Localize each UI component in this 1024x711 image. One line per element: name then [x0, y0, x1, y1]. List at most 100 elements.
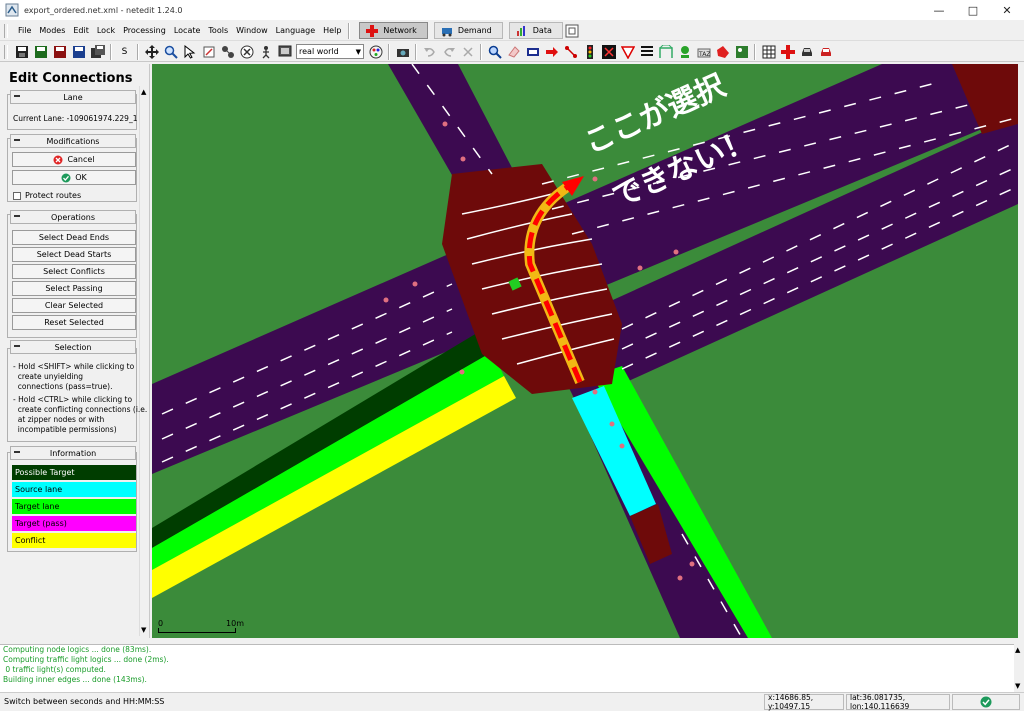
scroll-up-icon[interactable]: ▲ — [1015, 646, 1020, 654]
save-green-icon — [34, 45, 47, 58]
select-conflicts-button[interactable]: Select Conflicts — [12, 264, 136, 279]
toggle-panel-button[interactable] — [564, 22, 581, 39]
arrow-right-icon — [545, 46, 558, 57]
data-mode-button[interactable]: Data — [508, 22, 563, 39]
network-view[interactable]: ここが選択 できない！ 0 10m — [152, 64, 1018, 638]
network-mode-button[interactable]: Network — [359, 22, 428, 39]
edge-icon — [221, 45, 234, 58]
ok-label: OK — [75, 173, 87, 182]
additional-tool-button[interactable] — [657, 43, 674, 60]
menu-modes[interactable]: Modes — [35, 21, 69, 41]
select-mode-button[interactable] — [181, 43, 198, 60]
menu-file[interactable]: File — [14, 21, 35, 41]
save-demand-button[interactable] — [51, 43, 68, 60]
reload-button[interactable] — [459, 43, 476, 60]
protect-routes-checkbox[interactable]: Protect routes — [13, 191, 81, 200]
minimize-icon[interactable]: — — [922, 0, 956, 20]
lane-header[interactable]: Lane — [10, 90, 136, 104]
undo-icon — [423, 47, 435, 57]
select-dead-ends-button[interactable]: Select Dead Ends — [12, 230, 136, 245]
camera-icon — [396, 48, 409, 57]
delete-mode-button[interactable] — [238, 43, 255, 60]
redo-icon — [443, 47, 455, 57]
menu-language[interactable]: Language — [272, 21, 319, 41]
edge-mode-button[interactable] — [219, 43, 236, 60]
checkbox-box[interactable] — [13, 191, 21, 200]
select-passing-button[interactable]: Select Passing — [12, 281, 136, 296]
selection-help-line: - Hold <CTRL> while clicking to — [13, 395, 133, 404]
inspect-mode-button[interactable] — [162, 43, 179, 60]
undo-button[interactable] — [421, 43, 438, 60]
vehicle-toggle-button[interactable] — [798, 43, 815, 60]
save-additionals-button[interactable] — [32, 43, 49, 60]
netedit-app-icon — [5, 3, 19, 17]
message-log: Computing node logics ... done (83ms). C… — [0, 644, 1014, 692]
connect-mode-button[interactable] — [600, 43, 617, 60]
seconds-toggle-button[interactable]: S — [116, 43, 133, 60]
select-dead-starts-button[interactable]: Select Dead Starts — [12, 247, 136, 262]
viewport-select[interactable]: real world ▼ — [296, 44, 364, 59]
network-icon — [366, 24, 379, 37]
close-icon[interactable]: ✕ — [990, 0, 1024, 20]
log-line: Computing node logics ... done (83ms). — [3, 645, 152, 654]
status-xy: x:14686.85, y:10497.15 — [764, 693, 844, 711]
save-network-button[interactable] — [13, 43, 30, 60]
modifications-header[interactable]: Modifications — [10, 134, 136, 148]
menu-help[interactable]: Help — [319, 21, 345, 41]
maximize-icon[interactable]: □ — [956, 0, 990, 20]
select-tool-button[interactable] — [524, 43, 541, 60]
color-scheme-button[interactable] — [367, 43, 384, 60]
connection-tool-button[interactable] — [562, 43, 579, 60]
tls-tool-button[interactable] — [581, 43, 598, 60]
panel-scrollbar[interactable]: ▲ ▼ — [139, 86, 149, 636]
menu-tools[interactable]: Tools — [204, 21, 232, 41]
eraser-icon — [507, 45, 520, 58]
decal-icon — [735, 45, 748, 58]
crossing-icon — [640, 45, 653, 56]
information-header[interactable]: Information — [10, 446, 136, 460]
save-data-button[interactable] — [70, 43, 87, 60]
vehicle-alt-button[interactable] — [817, 43, 834, 60]
junction-shape-button[interactable] — [779, 43, 796, 60]
wire-tool-button[interactable] — [676, 43, 693, 60]
taz-tool-button[interactable]: TAZ — [695, 43, 712, 60]
move-tool-button[interactable] — [543, 43, 560, 60]
ok-button[interactable]: OK — [12, 170, 136, 185]
shape-tool-button[interactable] — [714, 43, 731, 60]
prohibition-mode-button[interactable] — [619, 43, 636, 60]
save-all-button[interactable] — [89, 43, 106, 60]
menu-window[interactable]: Window — [232, 21, 272, 41]
status-hint: Switch between seconds and HH:MM:SS — [4, 697, 165, 706]
demand-mode-button[interactable]: Demand — [433, 22, 503, 39]
menu-locate[interactable]: Locate — [170, 21, 205, 41]
edit-mode-button[interactable] — [200, 43, 217, 60]
log-scrollbar[interactable]: ▲ ▼ — [1014, 644, 1024, 692]
decal-tool-button[interactable] — [733, 43, 750, 60]
scroll-down-icon[interactable]: ▼ — [141, 626, 146, 634]
redo-button[interactable] — [440, 43, 457, 60]
selection-header[interactable]: Selection — [10, 340, 136, 354]
move-mode-button[interactable] — [143, 43, 160, 60]
reset-selected-button[interactable]: Reset Selected — [12, 315, 136, 330]
crossing-tool-button[interactable] — [638, 43, 655, 60]
screenshot-button[interactable] — [394, 43, 411, 60]
crossing-mode-button[interactable] — [257, 43, 274, 60]
clear-selected-button[interactable]: Clear Selected — [12, 298, 136, 313]
grid-toggle-button[interactable] — [760, 43, 777, 60]
scroll-up-icon[interactable]: ▲ — [141, 88, 146, 96]
map-scrollbar[interactable] — [1018, 64, 1024, 638]
delete-element-button[interactable] — [505, 43, 522, 60]
save-all-icon — [90, 44, 105, 58]
menu-processing[interactable]: Processing — [119, 21, 170, 41]
menu-lock[interactable]: Lock — [93, 21, 119, 41]
network-canvas[interactable] — [152, 64, 1018, 638]
legend-target-pass: Target (pass) — [12, 516, 136, 531]
operations-header[interactable]: Operations — [10, 210, 136, 224]
locate-button[interactable] — [486, 43, 503, 60]
scroll-down-icon[interactable]: ▼ — [1015, 682, 1020, 690]
cancel-button[interactable]: Cancel — [12, 152, 136, 167]
seconds-toggle-label: S — [121, 46, 128, 57]
selection-help-line: connections (pass=true). — [13, 382, 113, 391]
menu-edit[interactable]: Edit — [69, 21, 93, 41]
tls-mode-button[interactable] — [276, 43, 293, 60]
